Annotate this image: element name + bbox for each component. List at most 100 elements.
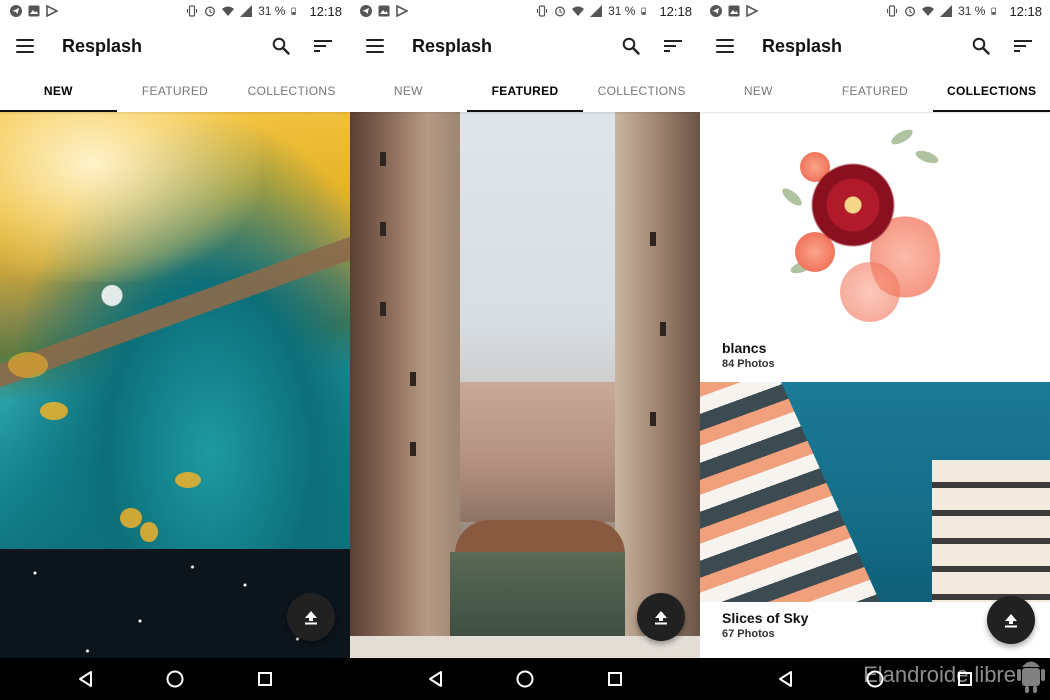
upload-icon [305, 611, 317, 625]
recents-square-icon [608, 672, 622, 686]
home-circle-icon [166, 670, 184, 688]
alarm-icon [205, 6, 216, 17]
back-triangle-icon [779, 671, 792, 687]
upload-button[interactable] [287, 593, 335, 641]
recents-button[interactable] [603, 667, 627, 691]
vibrate-icon [187, 5, 198, 17]
sort-button[interactable] [662, 35, 684, 57]
photo-card[interactable] [350, 112, 700, 636]
tab-new[interactable]: NEW [0, 70, 117, 112]
collection-title: blancs [722, 340, 767, 356]
play-store-icon [46, 5, 58, 17]
app-bar: Resplash [700, 22, 1050, 70]
back-triangle-icon [79, 671, 92, 687]
vibrate-icon [537, 5, 548, 17]
phone-screen-collections: 31 % 12:18 Resplash NEW FEATURED COLLECT… [700, 0, 1050, 700]
back-button[interactable] [73, 667, 97, 691]
battery-percent: 31 % [258, 4, 286, 18]
photo-card[interactable] [0, 112, 350, 549]
tab-collections[interactable]: COLLECTIONS [933, 70, 1050, 112]
tab-bar: NEW FEATURED COLLECTIONS [700, 70, 1050, 112]
signal-icon [590, 5, 603, 17]
tab-new[interactable]: NEW [700, 70, 817, 112]
back-button[interactable] [773, 667, 797, 691]
tab-featured[interactable]: FEATURED [117, 70, 234, 112]
battery-icon [291, 7, 297, 15]
android-robot-icon [1017, 661, 1045, 693]
status-bar: 31 % 12:18 [0, 0, 350, 22]
vibrate-icon [887, 5, 898, 17]
app-bar: Resplash [350, 22, 700, 70]
alarm-icon [555, 6, 566, 17]
hamburger-icon[interactable] [16, 39, 34, 53]
upload-button[interactable] [987, 596, 1035, 644]
back-button[interactable] [423, 667, 447, 691]
search-button[interactable] [620, 35, 642, 57]
gallery-icon [728, 5, 740, 17]
collection-list: blancs 84 Photos Slices of Sky 67 Photos [700, 112, 1050, 658]
battery-percent: 31 % [958, 4, 986, 18]
sort-button[interactable] [312, 35, 334, 57]
tab-new[interactable]: NEW [350, 70, 467, 112]
sort-icon [314, 40, 332, 52]
collection-cover[interactable] [700, 382, 1050, 602]
sort-icon [1014, 40, 1032, 52]
system-nav-bar [0, 658, 350, 700]
tab-bar: NEW FEATURED COLLECTIONS [350, 70, 700, 112]
app-title: Resplash [62, 35, 143, 56]
upload-icon [655, 611, 667, 625]
phone-screen-featured: 31 % 12:18 Resplash NEW FEATURED COLLECT… [350, 0, 700, 700]
recents-square-icon [258, 672, 272, 686]
phone-screen-new: 31 % 12:18 Resplash NEW FEATURED COLLECT… [0, 0, 350, 700]
signal-icon [940, 5, 953, 17]
system-nav-bar [350, 658, 700, 700]
status-bar: 31 % 12:18 [700, 0, 1050, 22]
battery-percent: 31 % [608, 4, 636, 18]
hamburger-icon[interactable] [366, 39, 384, 53]
hamburger-icon[interactable] [716, 39, 734, 53]
sort-button[interactable] [1012, 35, 1034, 57]
gallery-icon [378, 5, 390, 17]
battery-icon [991, 7, 997, 15]
battery-icon [641, 7, 647, 15]
search-icon [622, 37, 640, 55]
status-bar: 31 % 12:18 [350, 0, 700, 22]
signal-icon [240, 5, 253, 17]
tab-featured[interactable]: FEATURED [817, 70, 934, 112]
search-button[interactable] [970, 35, 992, 57]
home-circle-icon [516, 670, 534, 688]
alarm-icon [905, 6, 916, 17]
collection-label[interactable]: blancs 84 Photos [700, 340, 1050, 370]
search-button[interactable] [270, 35, 292, 57]
sort-icon [664, 40, 682, 52]
wifi-icon [922, 6, 935, 16]
clock: 12:18 [1009, 3, 1042, 19]
app-title: Resplash [762, 35, 843, 56]
gallery-icon [28, 5, 40, 17]
play-store-icon [746, 5, 758, 17]
telegram-icon [710, 5, 722, 17]
tab-bar: NEW FEATURED COLLECTIONS [0, 70, 350, 112]
tab-featured[interactable]: FEATURED [466, 70, 584, 112]
recents-button[interactable] [253, 667, 277, 691]
tab-collections[interactable]: COLLECTIONS [583, 70, 700, 112]
telegram-icon [10, 5, 22, 17]
telegram-icon [360, 5, 372, 17]
collection-cover[interactable] [700, 112, 1050, 330]
collection-photo-count: 84 Photos [722, 358, 775, 370]
back-triangle-icon [429, 671, 442, 687]
wifi-icon [222, 6, 235, 16]
app-bar: Resplash [0, 22, 350, 70]
watermark: Elandroide libre [863, 662, 1016, 687]
photo-list [0, 112, 350, 658]
app-title: Resplash [412, 35, 493, 56]
play-store-icon [396, 5, 408, 17]
clock: 12:18 [309, 3, 342, 19]
search-icon [272, 37, 290, 55]
home-button[interactable] [513, 667, 537, 691]
tab-collections[interactable]: COLLECTIONS [233, 70, 350, 112]
wifi-icon [572, 6, 585, 16]
home-button[interactable] [163, 667, 187, 691]
upload-icon [1005, 614, 1017, 628]
upload-button[interactable] [637, 593, 685, 641]
